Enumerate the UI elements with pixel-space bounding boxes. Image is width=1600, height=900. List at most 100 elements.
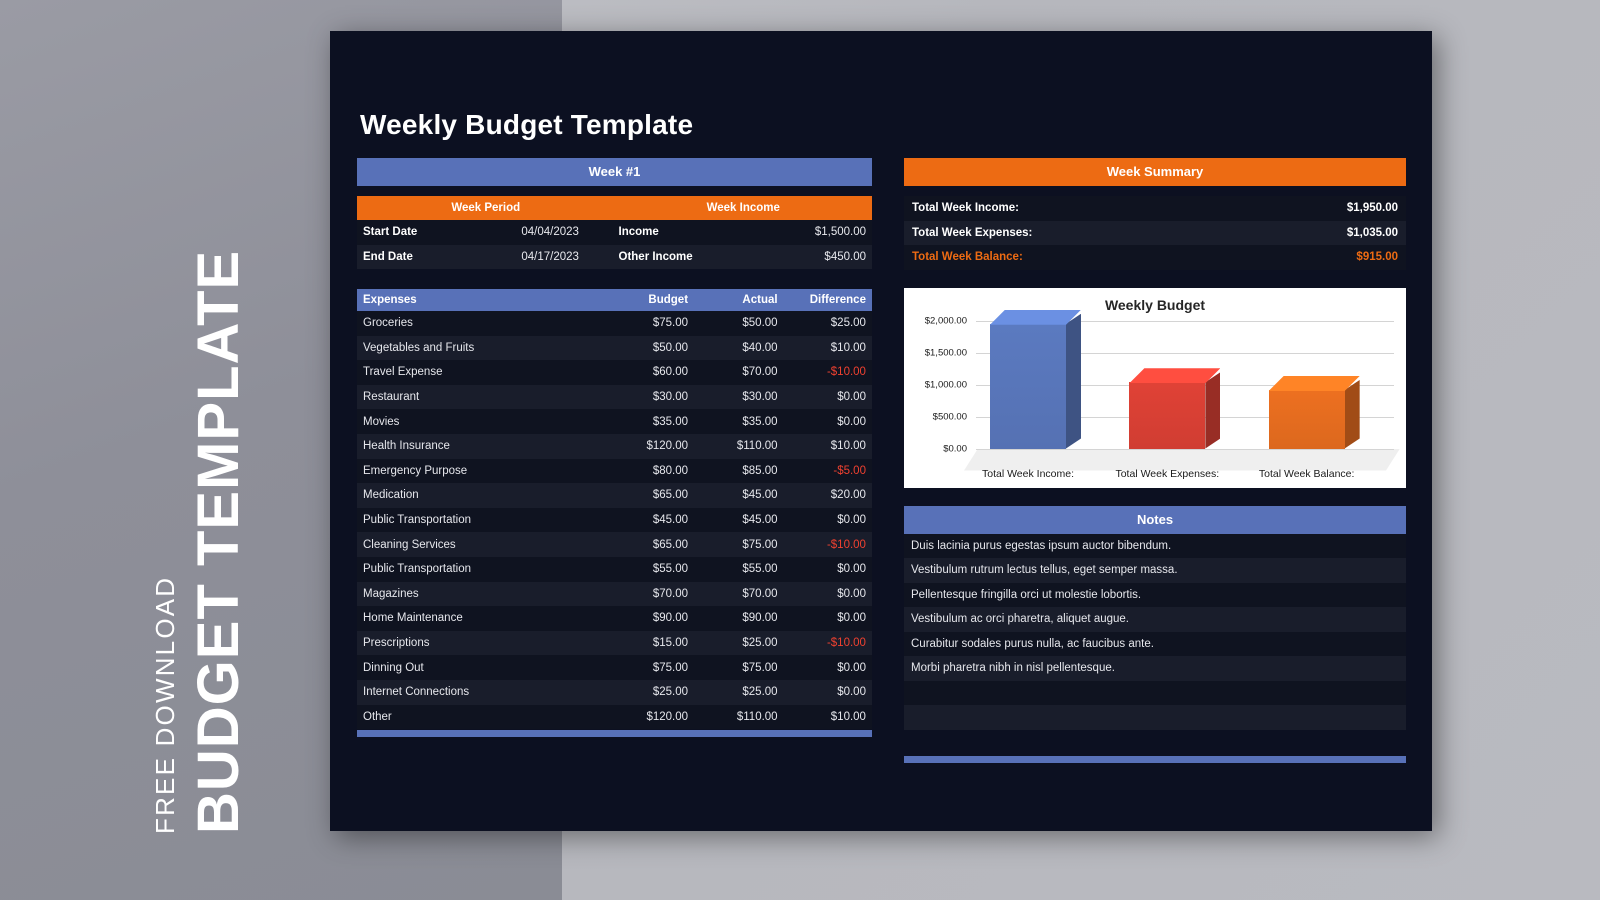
expense-difference: $10.00 — [830, 440, 866, 453]
table-row: Travel Expense $60.00 $70.00 -$10.00 — [357, 360, 872, 385]
left-column: Week #1 Week Period Week Income Start Da… — [357, 158, 872, 738]
chart-bar-top — [990, 310, 1081, 325]
week-summary-header: Week Summary — [904, 158, 1406, 186]
expense-actual: $25.00 — [742, 637, 778, 650]
table-row: Vegetables and Fruits $50.00 $40.00 $10.00 — [357, 335, 872, 361]
expense-difference: $0.00 — [837, 587, 866, 600]
table-row: Emergency Purpose $80.00 $85.00 -$5.00 — [357, 458, 872, 484]
list-item: Morbi pharetra nibh in nisl pellentesque… — [904, 656, 1406, 681]
expense-budget: $25.00 — [652, 686, 689, 699]
expense-name: Vegetables and Fruits — [363, 341, 475, 354]
table-row: Groceries $75.00 $50.00 $25.00 — [357, 311, 872, 336]
chart-bar-side — [1066, 314, 1081, 449]
summary-row: Total Week Balance: $915.00 — [904, 245, 1406, 270]
chart-x-tick-label: Total Week Expenses: — [1115, 467, 1220, 480]
expense-difference: $0.00 — [837, 415, 866, 428]
table-row: Dinning Out $75.00 $75.00 $0.00 — [357, 655, 872, 680]
week-period-header-label: Week Period — [451, 202, 521, 214]
chart-bar-front — [1268, 389, 1345, 449]
week-period-row-label: End Date — [363, 250, 413, 263]
expense-budget: $50.00 — [652, 341, 689, 354]
table-row: Public Transportation $55.00 $55.00 $0.00 — [357, 556, 872, 582]
expenses-col-header-actual: Actual — [742, 294, 778, 306]
expense-name: Groceries — [363, 317, 413, 330]
chart-gridline — [976, 448, 1394, 450]
chart-title: Weekly Budget — [1104, 296, 1206, 313]
chart-bar-side — [1345, 380, 1360, 449]
expense-budget: $80.00 — [652, 464, 689, 477]
chart-bar-side — [1205, 372, 1220, 448]
chart-bar-top — [1129, 368, 1220, 383]
expense-difference: $0.00 — [837, 661, 866, 674]
notes-footer-bar — [904, 755, 1406, 763]
table-row: Public Transportation $45.00 $45.00 $0.00 — [357, 507, 872, 533]
week-income-row-value: $1,500.00 — [814, 226, 866, 239]
table-row: Restaurant $30.00 $30.00 $0.00 — [357, 384, 872, 410]
expense-name: Public Transportation — [363, 514, 472, 527]
summary-row-value: $1,035.00 — [1346, 226, 1398, 239]
list-item — [904, 680, 1406, 705]
promo-main-text: BUDGET TEMPLATE — [186, 249, 251, 834]
list-item: Vestibulum ac orci pharetra, aliquet aug… — [904, 607, 1406, 632]
expense-actual: $110.00 — [736, 440, 778, 453]
expense-name: Public Transportation — [363, 563, 472, 576]
week-summary-rows: Total Week Income: $1,950.00 Total Week Ex… — [904, 196, 1406, 270]
table-row: Movies $35.00 $35.00 $0.00 — [357, 409, 872, 434]
expenses-table: Expenses Budget Actual Difference Grocer… — [357, 289, 872, 738]
expense-difference: $20.00 — [830, 489, 866, 502]
expense-name: Cleaning Services — [363, 538, 456, 551]
promo-sub-text: FREE DOWNLOAD — [150, 575, 180, 834]
expense-budget: $60.00 — [652, 366, 689, 379]
chart-bar-front — [1129, 382, 1206, 449]
expense-budget: $55.00 — [652, 563, 689, 576]
expense-difference: $25.00 — [830, 317, 866, 330]
expense-name: Internet Connections — [363, 686, 470, 699]
expense-name: Movies — [363, 415, 400, 428]
expense-difference: $10.00 — [830, 341, 866, 354]
expense-actual: $70.00 — [742, 366, 778, 379]
weekly-budget-chart: Weekly Budget $0.00 $500.00 $1,000.00 $1,50… — [904, 287, 1406, 488]
expense-difference: -$5.00 — [833, 464, 866, 477]
expenses-table-header: Expenses Budget Actual Difference — [357, 289, 872, 311]
expense-budget: $70.00 — [652, 587, 689, 600]
summary-row-label: Total Week Balance: — [912, 251, 1023, 264]
expense-budget: $35.00 — [652, 415, 689, 428]
expenses-table-footer-bar — [357, 730, 872, 738]
chart-bar — [990, 324, 1066, 449]
expense-budget: $15.00 — [652, 637, 689, 650]
chart-bar — [1129, 382, 1206, 449]
week-period-row-value: 04/17/2023 — [521, 250, 579, 263]
expense-difference: -$10.00 — [826, 366, 866, 379]
right-column: Week Summary Total Week Income: $1,950.00… — [904, 158, 1406, 763]
expense-actual: $45.00 — [742, 514, 778, 527]
chart-bar-top — [1269, 376, 1360, 391]
summary-row: Total Week Expenses: $1,035.00 — [904, 220, 1406, 245]
expense-actual: $75.00 — [742, 538, 778, 551]
chart-y-tick-label: $2,000.00 — [924, 315, 967, 326]
week-period-table: Week Period Week Income Start Date 04/04/… — [357, 196, 872, 269]
expense-actual: $75.00 — [742, 661, 778, 674]
expense-actual: $70.00 — [742, 587, 778, 600]
week-period-row: Start Date 04/04/2023 Income $1,500.00 — [357, 220, 872, 245]
week-income-row-value: $450.00 — [824, 250, 866, 263]
expense-actual: $50.00 — [742, 317, 778, 330]
table-row: Home Maintenance $90.00 $90.00 $0.00 — [357, 606, 872, 631]
expense-actual: $90.00 — [742, 612, 778, 625]
expense-budget: $90.00 — [652, 612, 689, 625]
chart-x-tick-label: Total Week Balance: — [1258, 467, 1355, 480]
table-row: Magazines $70.00 $70.00 $0.00 — [357, 581, 872, 607]
expense-name: Travel Expense — [363, 366, 443, 379]
list-item: Duis lacinia purus egestas ipsum auctor … — [904, 533, 1406, 558]
chart-y-tick-label: $500.00 — [932, 411, 967, 422]
expense-actual: $45.00 — [742, 489, 778, 502]
notes-header: Notes — [904, 505, 1406, 534]
expense-difference: -$10.00 — [826, 637, 866, 650]
chart-y-tick-label: $0.00 — [943, 443, 967, 454]
chart-bar — [1268, 389, 1345, 449]
week-period-row: End Date 04/17/2023 Other Income $450.00 — [357, 244, 872, 269]
week-income-row-label: Other Income — [618, 250, 693, 263]
expense-name: Health Insurance — [363, 440, 450, 453]
expense-difference: -$10.00 — [826, 538, 866, 551]
expense-name: Medication — [363, 489, 419, 502]
expense-name: Other — [363, 710, 392, 723]
